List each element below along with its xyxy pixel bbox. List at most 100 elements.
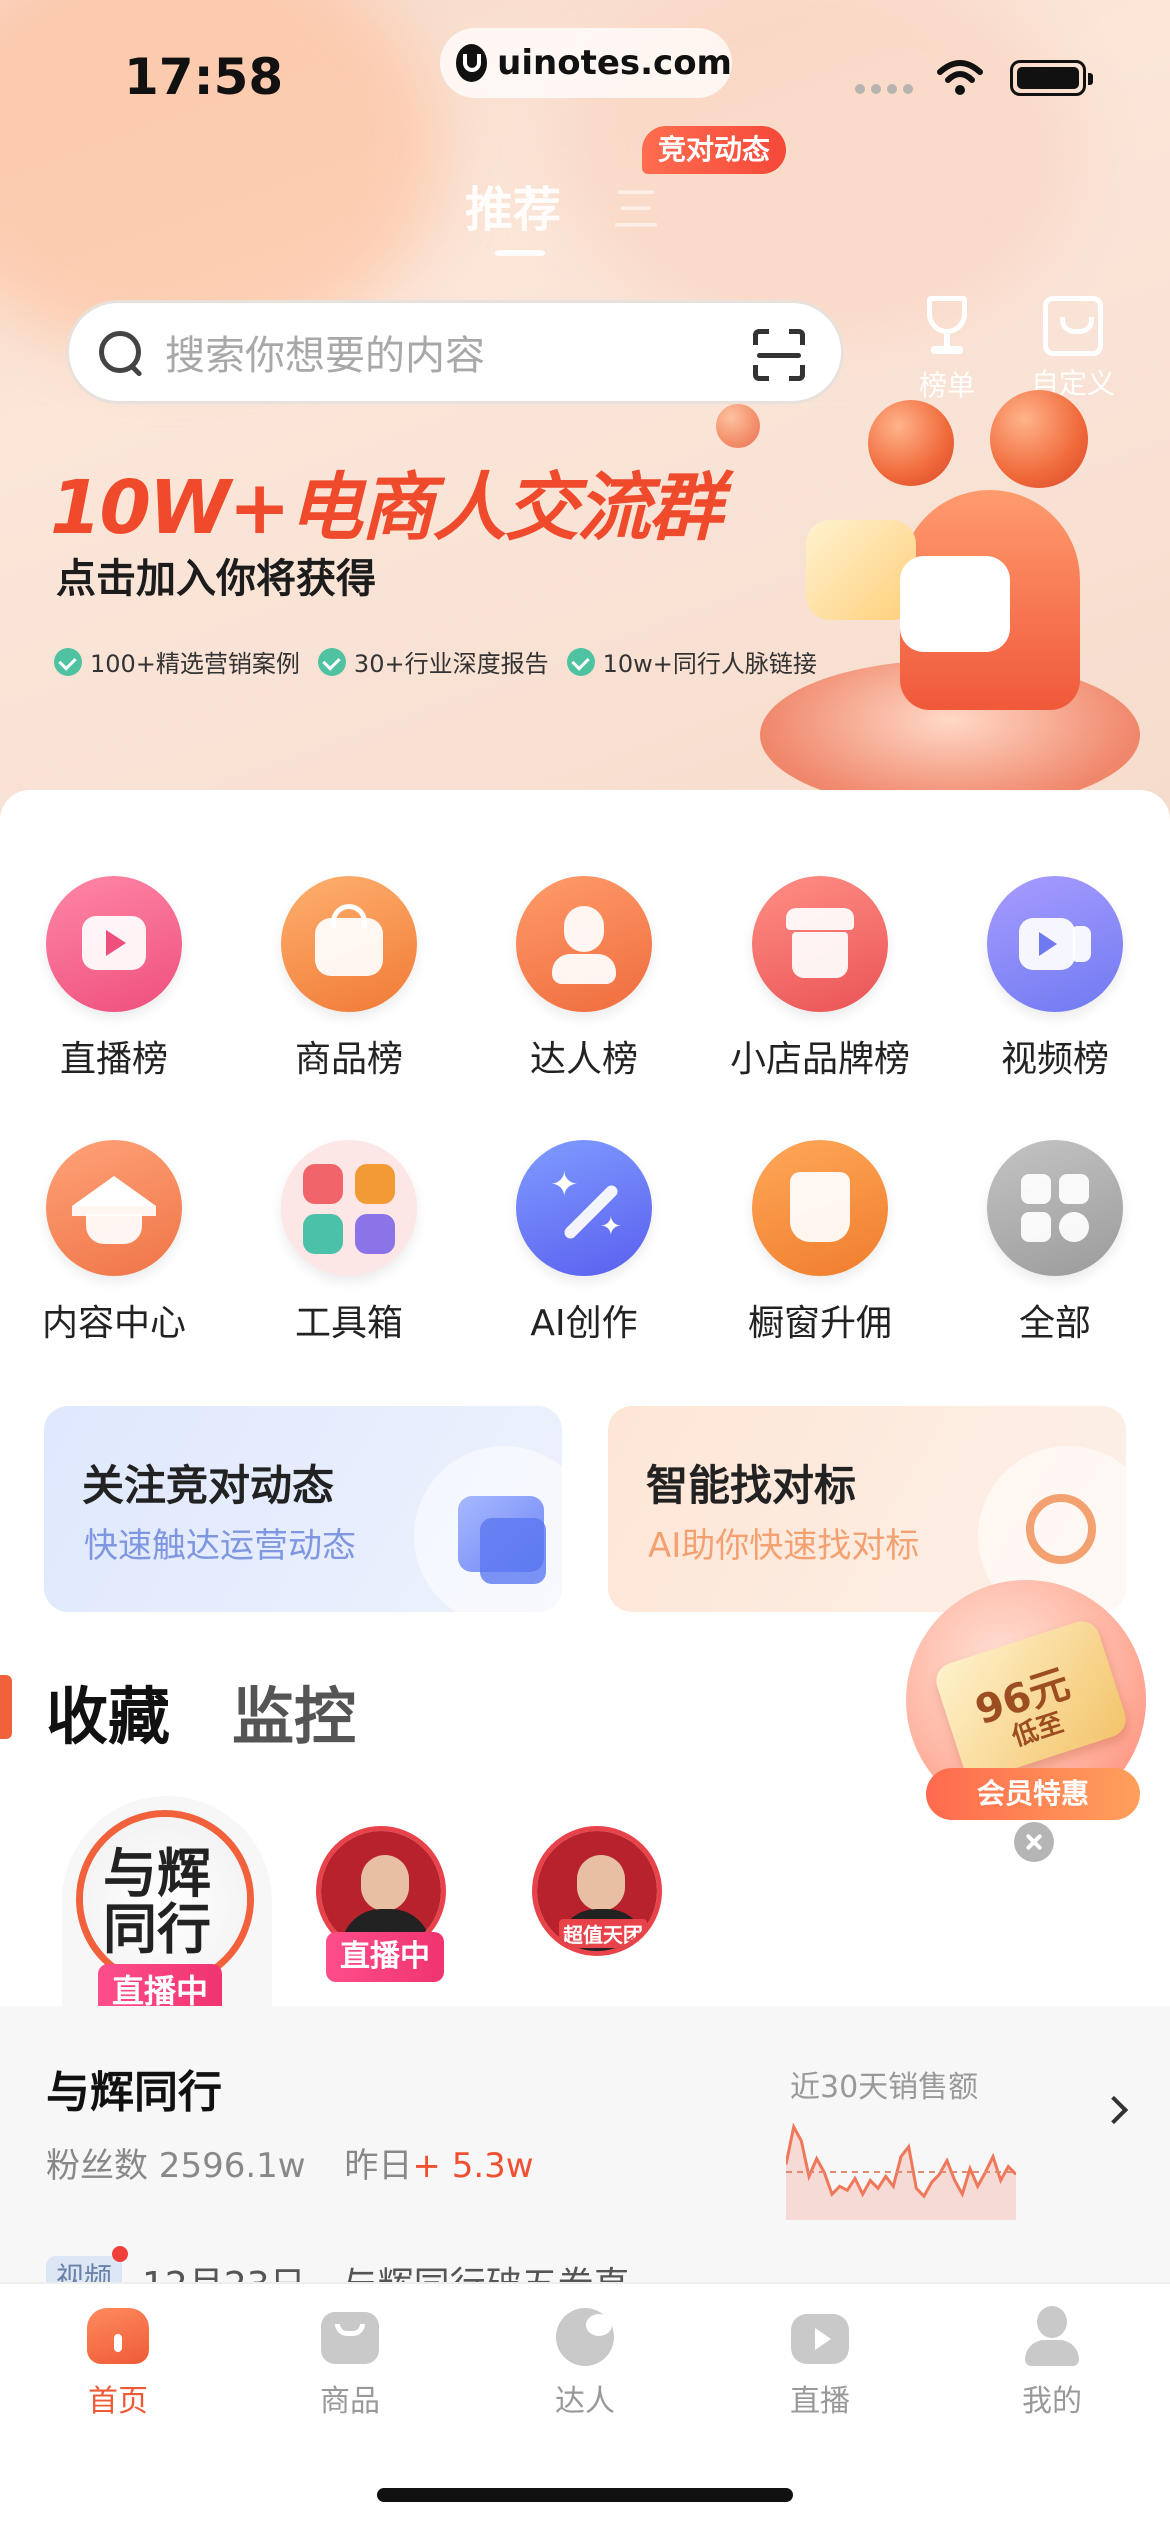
banner-ball <box>868 400 954 486</box>
target-icon <box>1026 1494 1096 1564</box>
magic-wand-icon: ✦ ✦ <box>516 1140 652 1276</box>
grid-label: 内容中心 <box>41 1303 186 1344</box>
live-badge: 直播中 <box>326 1932 444 1982</box>
competitor-tracking-card[interactable]: 关注竞对动态 快速触达运营动态 <box>44 1406 562 1612</box>
creator-stats: 粉丝数 2596.1w 昨日+ 5.3w <box>46 2138 534 2187</box>
competitor-badge[interactable]: 竞对动态 <box>642 126 787 174</box>
tab-recommend[interactable]: 推荐 <box>465 170 561 240</box>
grid-all-icon <box>987 1140 1123 1276</box>
toolbox-icon <box>281 1140 417 1276</box>
grid-item-video-ranking[interactable]: 视频榜 <box>955 876 1155 1082</box>
status-bar: 17:58 uinotes.com <box>0 0 1170 150</box>
showcase-icon <box>752 1140 888 1276</box>
search-icon <box>97 329 143 375</box>
check-icon <box>317 647 346 676</box>
banner-title[interactable]: 10W+电商人交流群 <box>50 448 723 555</box>
grid-label: 直播榜 <box>59 1039 168 1080</box>
grid-label: 商品榜 <box>294 1039 403 1080</box>
grid-label: 小店品牌榜 <box>729 1039 910 1080</box>
grid-item-content-center[interactable]: 内容中心 <box>14 1140 214 1346</box>
grid-label: 视频榜 <box>1000 1039 1109 1080</box>
banner-ball <box>716 404 760 448</box>
tab-me[interactable]: 我的 <box>972 2304 1132 2420</box>
live-tv-icon <box>46 876 182 1012</box>
url-text: uinotes.com <box>497 43 732 83</box>
tab-label: 直播 <box>790 2384 850 2419</box>
grid-item-showcase-commission[interactable]: 橱窗升佣 <box>720 1140 920 1346</box>
yesterday-growth: + 5.3w <box>412 2146 534 2186</box>
banner-point: 100+精选营销案例 <box>54 644 300 679</box>
grid-label: 橱窗升佣 <box>747 1303 892 1344</box>
search-input[interactable]: 搜索你想要的内容 <box>66 300 844 404</box>
home-icon <box>85 2304 151 2366</box>
tab-products[interactable]: 商品 <box>270 2304 430 2420</box>
signal-icon <box>855 84 913 94</box>
search-placeholder: 搜索你想要的内容 <box>165 333 485 379</box>
feature-subtitle: AI助你快速找对标 <box>648 1526 920 1566</box>
creator-detail-card[interactable]: 与辉同行 粉丝数 2596.1w 昨日+ 5.3w 近30天销售额 视频 12月… <box>0 2006 1170 2308</box>
shop-icon <box>752 876 888 1012</box>
check-icon <box>54 647 82 676</box>
tab-label: 达人 <box>555 2384 615 2419</box>
grid-item-toolbox[interactable]: 工具箱 <box>249 1140 449 1346</box>
wifi-icon <box>937 60 983 95</box>
tab-creators[interactable]: 达人 <box>505 2304 665 2420</box>
hero-header: 17:58 uinotes.com 竞对动态 推荐 三 搜索你想要的内容 榜单 … <box>0 0 1170 820</box>
favorite-avatar-item[interactable]: 与辉同行 直播中 <box>76 1810 254 2018</box>
chevron-right-icon[interactable] <box>1099 2095 1129 2125</box>
scan-icon[interactable] <box>753 329 805 381</box>
grid-item-ai-creation[interactable]: ✦ ✦ AI创作 <box>484 1140 684 1346</box>
tab-label: 商品 <box>320 2384 380 2419</box>
banner-point: 30+行业深度报告 <box>317 644 549 679</box>
profile-icon <box>1019 2304 1085 2366</box>
grid-item-shop-brand-ranking[interactable]: 小店品牌榜 <box>720 876 920 1082</box>
grid-label: 达人榜 <box>529 1039 638 1080</box>
grid-item-all[interactable]: 全部 <box>955 1140 1155 1346</box>
battery-icon <box>1010 60 1093 96</box>
avatar-caption: 超值天团 <box>559 1919 647 1948</box>
creator-icon <box>552 2304 618 2366</box>
bag-icon <box>281 876 417 1012</box>
promo-label: 会员特惠 <box>926 1768 1140 1820</box>
avatar-calligraphy: 与辉同行 <box>103 1841 211 1961</box>
tab-monitor[interactable]: 监控 <box>232 1666 356 1756</box>
grid-item-live-ranking[interactable]: 直播榜 <box>14 876 214 1082</box>
close-icon[interactable] <box>1014 1822 1054 1862</box>
feature-title: 关注竞对动态 <box>82 1461 335 1510</box>
section-accent <box>0 1675 12 1739</box>
tab-label: 我的 <box>1022 2384 1082 2419</box>
status-time: 17:58 <box>124 48 284 106</box>
video-icon <box>987 876 1123 1012</box>
grid-item-product-ranking[interactable]: 商品榜 <box>249 876 449 1082</box>
ranking-label: 榜单 <box>918 369 975 402</box>
grid-label: AI创作 <box>530 1303 638 1344</box>
product-bag-icon <box>317 2304 383 2366</box>
yesterday-label: 昨日 <box>344 2146 413 2186</box>
grid-item-creator-ranking[interactable]: 达人榜 <box>484 876 684 1082</box>
banner-point: 10w+同行人脉链接 <box>566 644 817 679</box>
grid-label: 工具箱 <box>294 1303 403 1344</box>
person-icon <box>516 876 652 1012</box>
ranking-button[interactable]: 榜单 <box>892 296 1002 404</box>
tab-home[interactable]: 首页 <box>38 2304 198 2420</box>
url-pill[interactable]: uinotes.com <box>440 28 732 98</box>
favorite-avatar-item[interactable]: 直播中 <box>316 1826 446 1982</box>
tab-underline <box>495 250 545 256</box>
check-icon <box>566 647 595 676</box>
sales-sparkline <box>786 2122 1016 2220</box>
grid-label: 全部 <box>1018 1303 1091 1344</box>
site-logo-icon <box>456 44 488 82</box>
favorite-avatar-item[interactable]: 超值天团 <box>532 1826 662 1956</box>
member-promo-float[interactable]: 96元 低至 会员特惠 <box>886 1560 1170 1850</box>
banner-subtitle: 点击加入你将获得 <box>56 556 376 602</box>
customize-button[interactable]: 自定义 <box>1018 296 1128 402</box>
tab-other[interactable]: 三 <box>612 170 660 240</box>
tab-favorites[interactable]: 收藏 <box>35 1666 185 1756</box>
banner-ball <box>990 390 1088 488</box>
feature-title: 智能找对标 <box>646 1461 857 1510</box>
chat-bubble-icon <box>900 556 1010 652</box>
tab-live[interactable]: 直播 <box>740 2304 900 2420</box>
tab-label: 首页 <box>88 2384 148 2419</box>
creator-name: 与辉同行 <box>46 2067 222 2118</box>
live-icon <box>787 2304 853 2366</box>
